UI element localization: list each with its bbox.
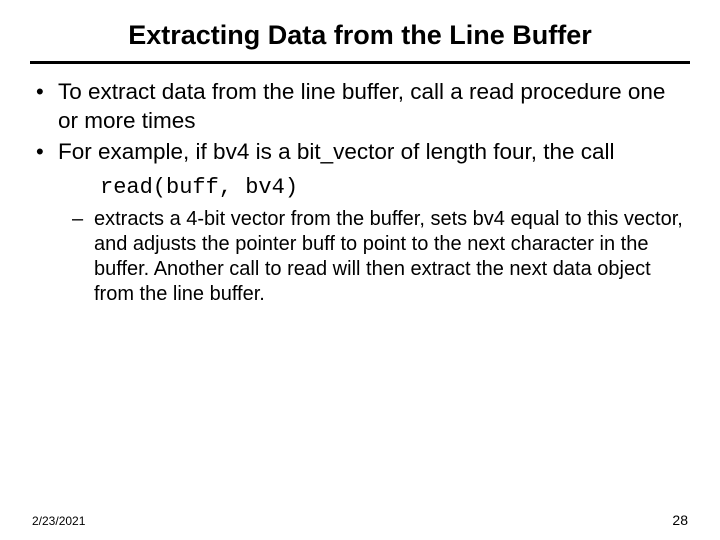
slide-title: Extracting Data from the Line Buffer [30, 20, 690, 61]
slide-content: To extract data from the line buffer, ca… [30, 78, 690, 307]
footer-page-number: 28 [672, 512, 688, 528]
footer-date: 2/23/2021 [32, 514, 85, 528]
sub-bullet-item: extracts a 4-bit vector from the buffer,… [30, 207, 690, 308]
bullet-item: For example, if bv4 is a bit_vector of l… [30, 138, 690, 167]
sub-bullet-list: extracts a 4-bit vector from the buffer,… [30, 207, 690, 308]
code-line: read(buff, bv4) [30, 174, 690, 202]
slide: Extracting Data from the Line Buffer To … [0, 0, 720, 540]
bullet-list: To extract data from the line buffer, ca… [30, 78, 690, 166]
slide-footer: 2/23/2021 28 [0, 512, 720, 528]
bullet-item: To extract data from the line buffer, ca… [30, 78, 690, 136]
title-underline [30, 61, 690, 64]
